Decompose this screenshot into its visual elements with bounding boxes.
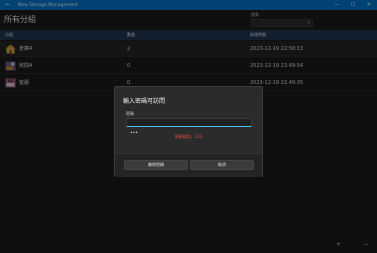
- clear-password-button[interactable]: 刪除密碼: [124, 160, 188, 170]
- password-field-box[interactable]: [126, 118, 252, 137]
- cancel-button[interactable]: 取消: [190, 160, 254, 170]
- dialog-footer: 刪除密碼 取消: [115, 153, 262, 177]
- password-dialog: 輸入密碼可訪問 密碼 密碼錯誤，233 刪除密碼 取消: [114, 86, 263, 177]
- password-label: 密碼: [126, 111, 134, 116]
- error-message: 密碼錯誤，233: [174, 134, 203, 139]
- dialog-title: 輸入密碼可訪問: [123, 98, 166, 105]
